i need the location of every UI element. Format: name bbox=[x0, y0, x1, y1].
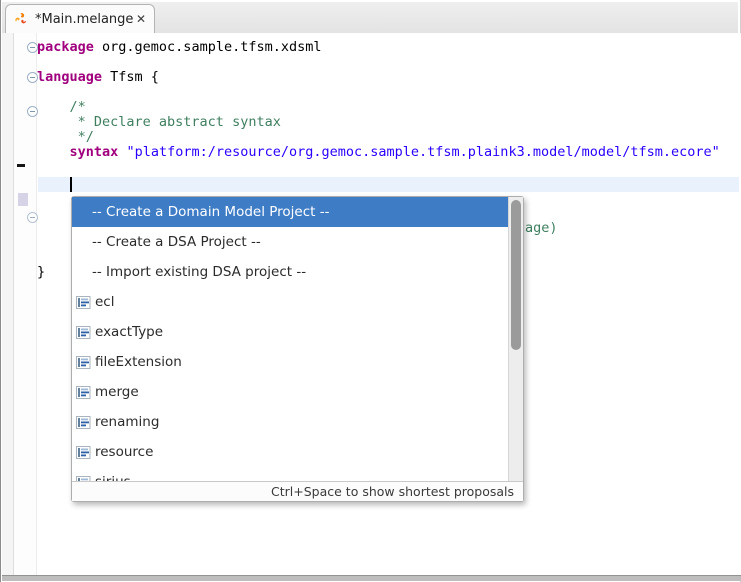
code-line bbox=[37, 175, 720, 190]
keyword-proposal-icon bbox=[76, 416, 91, 429]
proposal-label: resource bbox=[95, 444, 153, 460]
keyword-proposal-icon bbox=[76, 326, 91, 339]
keyword-proposal-icon bbox=[76, 476, 91, 482]
tab-bar: *Main.melange ✕ bbox=[2, 2, 738, 33]
proposal-label: -- Create a DSA Project -- bbox=[92, 234, 261, 250]
proposal-item[interactable]: sirius bbox=[72, 467, 508, 481]
popup-status-text: Ctrl+Space to show shortest proposals bbox=[271, 484, 514, 499]
keyword-proposal-icon bbox=[76, 446, 91, 459]
proposal-item[interactable]: -- Create a DSA Project -- bbox=[72, 227, 508, 257]
popup-status-bar: Ctrl+Space to show shortest proposals bbox=[72, 481, 523, 501]
keyword-proposal-icon bbox=[76, 356, 91, 369]
code-line: */ bbox=[37, 130, 720, 145]
proposal-label: exactType bbox=[95, 324, 163, 340]
scrollbar-thumb[interactable] bbox=[511, 200, 521, 350]
horizontal-scrollbar[interactable] bbox=[2, 575, 741, 581]
annotation-ruler bbox=[2, 33, 14, 576]
code-line: syntax "platform:/resource/org.gemoc.sam… bbox=[37, 145, 720, 160]
proposal-item[interactable]: -- Import existing DSA project -- bbox=[72, 257, 508, 287]
proposal-label: -- Import existing DSA project -- bbox=[92, 264, 306, 280]
tab-main-melange[interactable]: *Main.melange ✕ bbox=[5, 4, 155, 33]
code-line: /* bbox=[37, 100, 720, 115]
proposal-item[interactable]: renaming bbox=[72, 407, 508, 437]
proposal-label: fileExtension bbox=[95, 354, 182, 370]
keyword-proposal-icon bbox=[76, 386, 91, 399]
proposal-item[interactable]: exactType bbox=[72, 317, 508, 347]
proposal-item[interactable]: resource bbox=[72, 437, 508, 467]
proposal-item[interactable]: merge bbox=[72, 377, 508, 407]
code-line: package org.gemoc.sample.tfsm.xdsml bbox=[37, 40, 720, 55]
range-indicator bbox=[18, 193, 28, 206]
tab-close-icon[interactable]: ✕ bbox=[136, 13, 146, 25]
proposal-item[interactable]: -- Create a Domain Model Project -- bbox=[72, 197, 508, 227]
proposal-label: sirius bbox=[95, 474, 131, 481]
proposal-label: -- Create a Domain Model Project -- bbox=[92, 204, 329, 220]
keyword-proposal-icon bbox=[76, 296, 91, 309]
code-line bbox=[37, 85, 720, 100]
melange-logo-icon bbox=[13, 11, 29, 27]
proposal-label: renaming bbox=[95, 414, 159, 430]
code-line bbox=[37, 160, 720, 175]
proposal-label: merge bbox=[95, 384, 139, 400]
proposal-item[interactable]: ecl bbox=[72, 287, 508, 317]
proposal-item[interactable]: fileExtension bbox=[72, 347, 508, 377]
obscured-comment-fragment: age) bbox=[525, 221, 558, 236]
code-line: * Declare abstract syntax bbox=[37, 115, 720, 130]
proposal-label: ecl bbox=[95, 294, 114, 310]
proposal-list[interactable]: -- Create a Domain Model Project -- -- Cr… bbox=[72, 197, 523, 481]
content-assist-popup: -- Create a Domain Model Project -- -- Cr… bbox=[71, 196, 524, 502]
margin-line-marker bbox=[17, 164, 25, 167]
tab-title: *Main.melange bbox=[35, 12, 133, 27]
code-line bbox=[37, 55, 720, 70]
popup-scrollbar[interactable] bbox=[508, 197, 523, 481]
code-line: language Tfsm { bbox=[37, 70, 720, 85]
